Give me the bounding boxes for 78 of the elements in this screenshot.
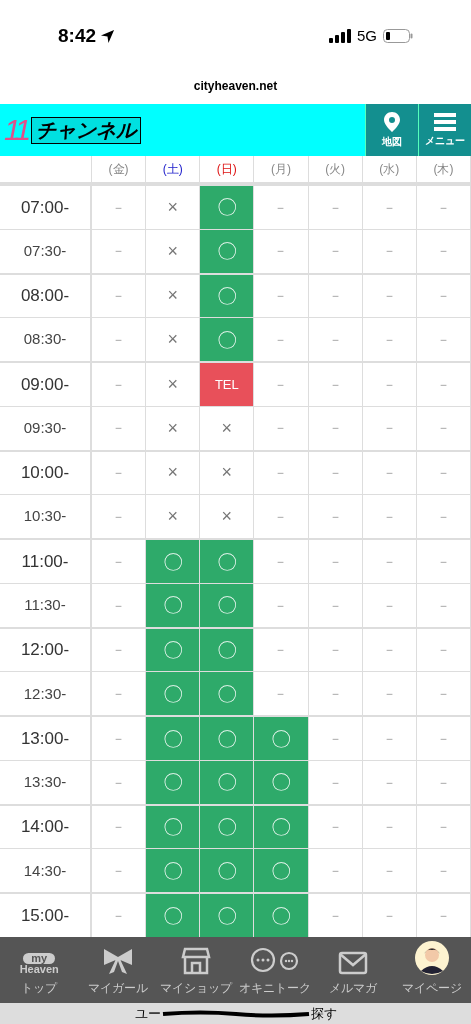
signal-icon — [329, 29, 351, 43]
schedule-cell: 〇 — [254, 760, 309, 804]
schedule-cell: 〇 — [146, 894, 201, 937]
shop-icon — [181, 947, 212, 975]
schedule-cell: 〇 — [200, 540, 255, 583]
time-label: 14:00- — [20, 816, 70, 839]
schedule-cell: 〇 — [200, 672, 255, 716]
day-label: (火) — [325, 161, 346, 178]
site-logo[interactable]: 11 チャンネル — [0, 115, 365, 145]
schedule-cell: 〇 — [200, 318, 255, 362]
schedule-cell: 〇 — [146, 583, 201, 627]
time-label: 10:00- — [20, 462, 70, 485]
map-pin-icon — [384, 111, 400, 132]
schedule-cell: 〇 — [200, 628, 255, 672]
day-label: (水) — [379, 161, 400, 178]
schedule-cell: 〇 — [200, 760, 255, 804]
schedule-cell: 〇 — [146, 540, 201, 583]
menu-icon — [434, 112, 456, 131]
schedule-cell: 〇 — [200, 849, 255, 893]
time-label: 14:30- — [23, 860, 67, 881]
schedule-cell: 〇 — [254, 717, 309, 760]
schedule-cell: 〇 — [200, 229, 255, 273]
nav-tab[interactable]: マイガール — [78, 937, 157, 1003]
schedule-cell: 〇 — [200, 805, 255, 849]
banner-text: ユー — [134, 1004, 161, 1023]
day-label: (日) — [216, 161, 237, 178]
day-label: (木) — [433, 161, 454, 178]
day-label: (金) — [108, 161, 129, 178]
time-label: 08:30- — [23, 329, 67, 350]
icon-text: Heaven — [19, 964, 59, 975]
mail-icon — [338, 951, 369, 975]
schedule-cell: 〇 — [254, 894, 309, 937]
battery-icon — [383, 29, 413, 43]
banner-text: 探す — [310, 1004, 337, 1023]
avatar-icon — [414, 941, 449, 975]
schedule-cell: 〇 — [146, 672, 201, 716]
icon-text: my — [23, 953, 56, 964]
map-button[interactable]: 地図 — [365, 104, 418, 156]
time-label: 11:30- — [24, 595, 66, 615]
time-label: 12:30- — [23, 683, 67, 704]
time-label: 15:00- — [20, 904, 70, 927]
nav-tab[interactable]: マイショップ — [157, 937, 236, 1003]
time-label: 13:00- — [20, 727, 70, 750]
time-label: 09:00- — [20, 373, 70, 396]
time-label: 09:30- — [23, 417, 67, 438]
schedule-cell: 〇 — [200, 274, 255, 318]
schedule-cell: 〇 — [200, 186, 255, 229]
time-label: 13:30- — [23, 772, 67, 793]
menu-button[interactable]: メニュー — [418, 104, 471, 156]
schedule-cell: 〇 — [146, 760, 201, 804]
network-label: 5G — [357, 25, 377, 46]
time-label: 11:00- — [21, 550, 69, 573]
schedule-cell: 〇 — [254, 805, 309, 849]
time-label: 10:30- — [23, 506, 67, 527]
schedule-cell: 〇 — [146, 849, 201, 893]
location-arrow-icon — [100, 28, 116, 44]
schedule-cell: 〇 — [146, 628, 201, 672]
status-time: 8:42 — [58, 23, 97, 48]
schedule-cell: 〇 — [200, 583, 255, 627]
day-label: (土) — [162, 161, 183, 178]
nav-tab[interactable]: オキニトーク — [235, 937, 314, 1003]
time-label: 12:00- — [20, 639, 70, 662]
schedule-cell: TEL — [200, 363, 255, 406]
time-label: 08:00- — [20, 285, 70, 308]
chat-bubbles-icon — [248, 947, 301, 975]
nav-tab[interactable]: メルマガ — [314, 937, 393, 1003]
schedule-cell: 〇 — [200, 717, 255, 760]
day-label: (月) — [271, 161, 291, 178]
schedule-cell: 〇 — [254, 849, 309, 893]
schedule-cell: 〇 — [146, 805, 201, 849]
schedule-cell: 〇 — [146, 717, 201, 760]
time-label: 07:00- — [20, 196, 70, 219]
nav-tab[interactable]: マイページ — [392, 937, 471, 1003]
search-banner[interactable]: ユー 探す — [0, 1003, 471, 1024]
time-label: 07:30- — [23, 240, 67, 261]
nav-tab[interactable]: my Heaven トップ — [0, 937, 79, 1003]
url-text: cityheaven.net — [193, 78, 278, 95]
schedule-cell: 〇 — [200, 894, 255, 937]
